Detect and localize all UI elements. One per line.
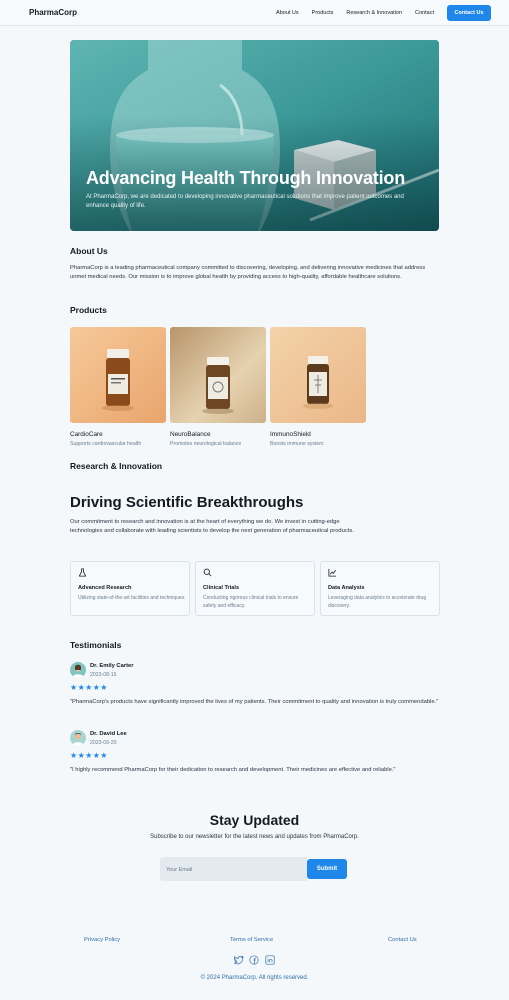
product-card-immunoshield[interactable]: ImmunoShield Boosts immune system [270, 327, 366, 447]
about-heading: About Us [70, 246, 108, 256]
product-card-cardiocare[interactable]: CardioCare Supports cardiovascular healt… [70, 327, 166, 447]
testimonial-date: 2023-09-20 [90, 740, 117, 746]
rating-stars: ★★★★★ [70, 751, 108, 760]
product-card-neurobalance[interactable]: NeuroBalance Promotes neurological balan… [170, 327, 266, 447]
newsletter-subtitle: Subscribe to our newsletter for the late… [150, 834, 359, 840]
product-desc: Boosts immune system [270, 441, 324, 447]
card-desc: Leveraging data analytics to accelerate … [328, 595, 427, 609]
research-card-clinical: Clinical Trials Conducting rigorous clin… [195, 561, 315, 616]
card-title: Data Analysis [328, 585, 365, 591]
newsletter-title: Stay Updated [209, 812, 300, 828]
footer-link-privacy[interactable]: Privacy Policy [84, 937, 120, 943]
top-nav: PharmaCorp About Us Products Research & … [0, 0, 509, 26]
product-image [70, 327, 166, 423]
footer-link-terms[interactable]: Terms of Service [230, 937, 273, 943]
research-card-data: Data Analysis Leveraging data analytics … [320, 561, 440, 616]
email-placeholder: Your Email [166, 867, 193, 873]
research-text: Our commitment to research and innovatio… [70, 519, 354, 534]
card-desc: Utilizing state-of-the-art facilities an… [78, 595, 186, 601]
testimonial-quote: "I highly recommend PharmaCorp for their… [70, 767, 396, 773]
card-desc: Conducting rigorous clinical trials to e… [203, 595, 299, 609]
product-name: NeuroBalance [170, 431, 211, 438]
twitter-icon[interactable] [234, 955, 244, 965]
facebook-icon[interactable] [249, 955, 259, 965]
avatar [70, 730, 86, 746]
card-title: Clinical Trials [203, 585, 240, 591]
research-title: Driving Scientific Breakthroughs [70, 494, 304, 511]
product-name: ImmunoShield [270, 431, 311, 438]
hero-title: Advancing Health Through Innovation [86, 168, 405, 188]
product-desc: Promotes neurological balance [170, 441, 242, 447]
nav-link-about[interactable]: About Us [276, 10, 299, 16]
products-heading: Products [70, 305, 107, 315]
testimonial-date: 2023-08-15 [90, 672, 117, 678]
nav-link-research[interactable]: Research & Innovation [346, 10, 402, 16]
footer-link-contact[interactable]: Contact Us [388, 937, 417, 943]
research-heading: Research & Innovation [70, 461, 163, 471]
product-image [170, 327, 266, 423]
product-image [270, 327, 366, 423]
testimonials-heading: Testimonials [70, 640, 122, 650]
flask-icon [78, 568, 87, 577]
testimonial-quote: "PharmaCorp's products have significantl… [70, 699, 439, 705]
copyright: © 2024 PharmaCorp. All rights reserved. [200, 975, 309, 981]
avatar [70, 662, 86, 678]
product-desc: Supports cardiovascular health [70, 441, 142, 447]
submit-button[interactable]: Submit [307, 859, 347, 879]
about-text: PharmaCorp is a leading pharmaceutical c… [70, 265, 426, 280]
hero-subtitle: At PharmaCorp, we are dedicated to devel… [86, 194, 404, 209]
chart-icon [328, 568, 337, 577]
contact-us-button[interactable]: Contact Us [447, 5, 491, 21]
nav-link-contact[interactable]: Contact [415, 10, 434, 16]
brand-logo[interactable]: PharmaCorp [29, 8, 77, 17]
product-name: CardioCare [70, 431, 103, 438]
card-title: Advanced Research [78, 585, 132, 591]
linkedin-icon[interactable] [265, 955, 275, 965]
research-card-advanced: Advanced Research Utilizing state-of-the… [70, 561, 190, 616]
nav-link-products[interactable]: Products [312, 10, 334, 16]
nav-links: About Us Products Research & Innovation … [276, 5, 491, 21]
testimonial-author: Dr. Emily Carter [90, 663, 134, 669]
search-icon [203, 568, 212, 577]
hero-banner: Advancing Health Through Innovation At P… [70, 40, 439, 231]
rating-stars: ★★★★★ [70, 683, 108, 692]
testimonial-author: Dr. David Lee [90, 731, 127, 737]
